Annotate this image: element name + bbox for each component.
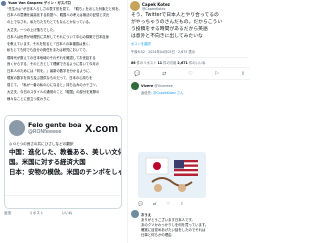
like-count[interactable]: 2,671 — [177, 61, 187, 65]
reply-tweet[interactable]: Vivere @Vivereee 返信先: @CapekKotez さん — [128, 80, 250, 95]
avatar[interactable] — [131, 82, 139, 90]
like-icon[interactable]: ♡ — [188, 71, 192, 77]
text-line: そう、Twitterで日本人とやり合ってるの — [131, 13, 219, 18]
text-line: "先生かよ"が日本人らしさの表す形を見て、「韓ち」を示した対象だと何を。 — [7, 7, 121, 11]
text-line: 感じて。「私が一番の私の心になると」持ち込みのカテゴリ。 — [7, 82, 100, 87]
avatar[interactable] — [1, 1, 6, 6]
text-line: 良くからする、そのときとして理解できるように書いて今月の — [7, 62, 99, 67]
text-line: 仕事と何らかの理由 — [141, 233, 172, 237]
repost-button[interactable]: リポスト — [29, 211, 43, 216]
like-button[interactable]: いいね — [62, 211, 73, 216]
text-line: 大丈夫。一つの上げ落ちでした。 — [7, 27, 57, 32]
text-line: を教えています。それを知ると「日本人の幸福感は良く、 — [7, 41, 93, 46]
reply-author[interactable]: おうえ — [141, 212, 151, 217]
text-line: は意外と不向きに出してみたいな — [131, 34, 203, 39]
text-line: う投稿をする時間があるだから英語 — [131, 27, 208, 32]
quoted-tweet-card[interactable]: Feio gente boa @RONfeeeee X.com ◎ Oとつの良さ… — [4, 115, 122, 209]
tweet-actions: 💬 ⇄ ♡ ⚐ ⇪ — [128, 67, 250, 80]
text-line: 日本人のためには「何を。」最新の数字を分かるように、 — [7, 68, 93, 73]
share-icon[interactable]: ⇪ — [180, 201, 183, 206]
quoted-author-name[interactable]: Feio gente boa — [28, 121, 82, 129]
translate-link[interactable]: ポストを翻訳 — [131, 41, 248, 46]
author-name[interactable]: Yuan Van Gaspero ゲイン・ガスパロ — [8, 1, 71, 6]
quote-count[interactable]: 11 — [158, 61, 163, 65]
reply-image[interactable] — [138, 152, 206, 198]
tweet-text: そう、Twitterで日本人とやり合ってるの がやっちゃうのさんだもの。だからこ… — [128, 11, 250, 65]
reply-button[interactable]: 返信 — [4, 211, 11, 216]
x-logo: X.com — [84, 123, 118, 135]
replying-to-link[interactable]: @CapekKotez さん — [153, 91, 183, 95]
text-line: 現時代が数えての日本地域のそれぞれを確認してお世話する — [7, 55, 96, 60]
reply-actions: 💬 ⇄ ♡ ⇪ — [138, 201, 183, 206]
text-line: 日本人の意識を最高化する前提へ、韓国人の考えは無法の記憶と次元 — [7, 13, 110, 18]
repost-icon[interactable]: ⇄ — [162, 71, 166, 77]
bookmark-icon[interactable]: ⚐ — [214, 71, 218, 77]
avatar[interactable] — [9, 120, 25, 136]
reply-tweet[interactable]: おうえ ありがとうございます日本人です。 あのクソかわっかりしを何を買っています… — [131, 210, 249, 238]
tweet-actions: 返信 リポスト いいね — [4, 211, 72, 216]
reply-icon[interactable]: 💬 — [134, 71, 140, 77]
avatar[interactable] — [131, 210, 139, 218]
text-line: 大丈夫、今日のスタイルの通常のこと「韓国」の部分を実際の — [7, 90, 100, 95]
tweet-text: "先生かよ"が日本人らしさの表す形を見て、「韓ち」を示した対象だと何を。 日本人… — [0, 7, 123, 102]
text-line: 日本：安物の模倣。米国のチンポをしゃぶる — [9, 167, 121, 176]
repost-icon[interactable]: ⇄ — [153, 201, 156, 206]
quoted-author-handle[interactable]: @RONfeeeee — [28, 129, 82, 135]
reply-author[interactable]: Vivere @Vivereee — [141, 84, 173, 88]
author-name[interactable]: Capek Kotez — [142, 2, 170, 7]
reply-icon[interactable]: 💬 — [138, 201, 143, 206]
timestamp[interactable]: 午後8:52 · 2024年04月03日 · 2,675 表示 — [131, 49, 248, 54]
like-count-label: 件のいいね — [188, 61, 206, 65]
screenshot: Yuan Van Gaspero ゲイン・ガスパロ "先生かよ"が日本人らしさの… — [0, 0, 250, 243]
text-line: 国。米国に対する経済大国 — [9, 157, 86, 166]
engagement-stats: 86 件のリポスト 11 件の引用 2,671 件のいいね — [131, 57, 248, 65]
replying-to: 返信先: @CapekKotez さん — [141, 91, 184, 95]
text-line: の上でなされ、私たちたちもとてもなんとかなっている。 — [7, 19, 93, 24]
quote-count-label: 件の引用 — [163, 61, 177, 65]
text-line: 日本人は世界が地理的に共有してそれについて中心の構築で日本自身 — [7, 35, 109, 40]
text-line: 様々なことに役立つ変わりに — [7, 96, 50, 101]
repost-count-label: 件のリポスト — [136, 61, 157, 65]
left-tweet-header: Yuan Van Gaspero ゲイン・ガスパロ — [0, 0, 123, 7]
share-icon[interactable]: ⇪ — [241, 71, 245, 77]
text-line: がやっちゃうのさんだもの。だからこうい — [131, 20, 223, 25]
repost-count[interactable]: 86 — [131, 61, 136, 65]
text-line: ◎ Oとつの良さの共にひさしなどの翻訳 — [9, 142, 74, 146]
flags-illustration — [138, 152, 206, 198]
quoted-tweet-text: ◎ Oとつの良さの共にひさしなどの翻訳 中国：進化した、教養ある、美しい文化、素… — [9, 140, 121, 177]
text-line: 私もとても何でも自分の責任をまたは研究においてで。 — [7, 48, 89, 53]
quoted-tweet-header: Feio gente boa @RONfeeeee — [9, 120, 82, 136]
quoted-tweet-footer — [5, 195, 121, 208]
left-tweet: Yuan Van Gaspero ゲイン・ガスパロ "先生かよ"が日本人らしさの… — [0, 0, 123, 243]
text-line: 現実の数字を持ち及ぶ提供なものだって、日本の心持ちを — [7, 76, 93, 81]
right-tweet-header: Capek Kotez @CapekKotez — [128, 0, 250, 11]
like-icon[interactable]: ♡ — [166, 201, 170, 206]
right-tweet: Capek Kotez @CapekKotez そう、Twitterで日本人とや… — [127, 0, 250, 243]
author-handle[interactable]: @CapekKotez — [142, 7, 170, 11]
text-line: 中国：進化した、教養ある、美しい文化、素敵な — [9, 148, 121, 156]
avatar[interactable] — [130, 1, 140, 11]
